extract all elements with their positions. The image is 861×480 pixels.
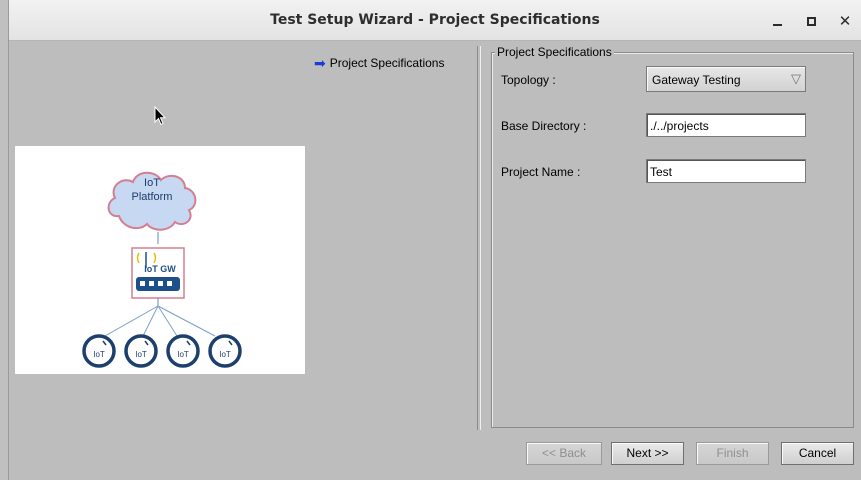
project-name-field[interactable]: Test xyxy=(646,159,806,183)
iot-device-icon: IoT xyxy=(82,334,116,368)
topology-dropdown[interactable]: Gateway Testing ▽ xyxy=(646,66,806,92)
iot-device-icon: IoT xyxy=(208,334,242,368)
window-title: Test Setup Wizard - Project Specificatio… xyxy=(270,12,600,28)
device-label: IoT xyxy=(219,350,231,359)
wizard-window: Test Setup Wizard - Project Specificatio… xyxy=(8,0,861,480)
base-directory-label: Base Directory : xyxy=(501,119,587,133)
base-directory-field[interactable]: ./../projects xyxy=(646,113,806,137)
device-label: IoT xyxy=(135,350,147,359)
device-label: IoT xyxy=(93,350,105,359)
step-list-item-project-specifications: ➡ Project Specifications xyxy=(314,56,444,70)
project-name-label: Project Name : xyxy=(501,165,581,179)
right-arrow-icon: ➡ xyxy=(314,55,326,71)
cancel-button[interactable]: Cancel xyxy=(781,442,854,465)
split-divider[interactable] xyxy=(477,46,481,430)
topology-diagram: IoT Platform IoT GW IoT IoT IoT IoT xyxy=(15,146,305,374)
step-label: Project Specifications xyxy=(329,56,445,70)
iot-device-icon: IoT xyxy=(124,334,158,368)
left-panel: ➡ Project Specifications IoT Platform Io… xyxy=(9,42,479,430)
gateway-icon: IoT GW xyxy=(131,247,185,299)
title-bar: Test Setup Wizard - Project Specificatio… xyxy=(9,0,861,41)
group-title: Project Specifications xyxy=(495,45,614,59)
cloud-label-line1: IoT xyxy=(144,177,160,189)
iot-device-icon: IoT xyxy=(166,334,200,368)
topology-label: Topology : xyxy=(501,73,556,87)
project-specifications-group: Project Specifications xyxy=(491,45,854,428)
mouse-cursor-icon xyxy=(154,105,167,129)
cloud-icon: IoT Platform xyxy=(107,171,197,231)
topology-value: Gateway Testing xyxy=(652,73,741,87)
gateway-label: IoT GW xyxy=(144,264,176,274)
maximize-icon[interactable] xyxy=(801,11,821,31)
device-label: IoT xyxy=(177,350,189,359)
finish-button[interactable]: Finish xyxy=(696,442,769,465)
cloud-label-line2: Platform xyxy=(132,191,173,203)
close-icon[interactable]: ✕ xyxy=(835,11,855,31)
minimize-icon[interactable] xyxy=(767,11,787,31)
dropdown-arrow-icon[interactable]: ▽ xyxy=(789,69,803,89)
back-button[interactable]: << Back xyxy=(526,442,602,465)
next-button[interactable]: Next >> xyxy=(611,442,684,465)
